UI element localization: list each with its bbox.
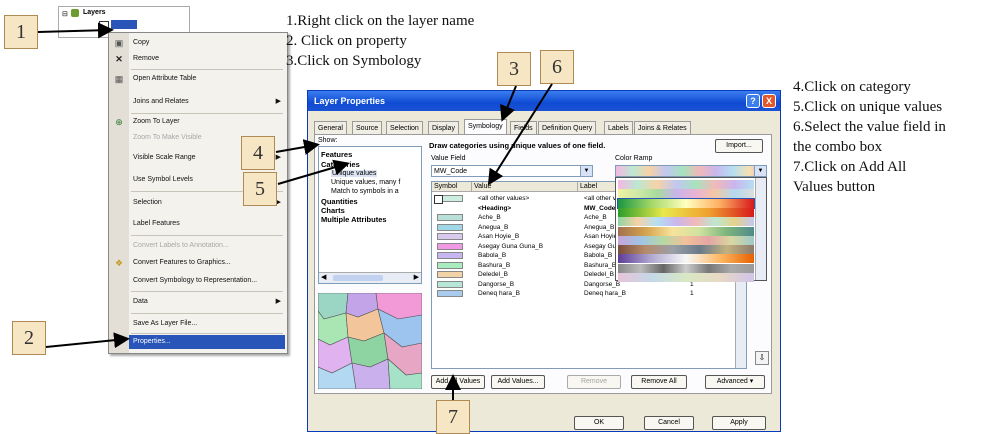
pointer-arrows xyxy=(37,22,553,400)
